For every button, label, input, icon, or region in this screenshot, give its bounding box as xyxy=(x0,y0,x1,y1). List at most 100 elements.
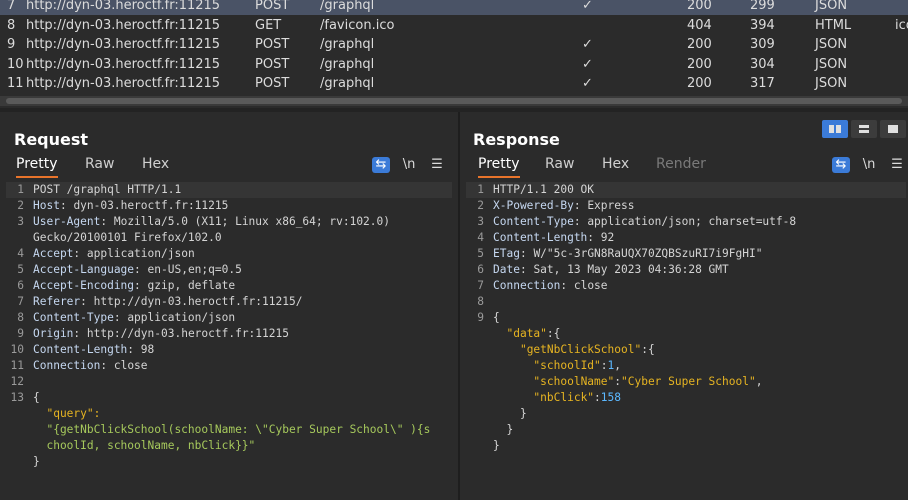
table-row[interactable]: 10 http://dyn-03.heroctf.fr:11215 POST/gra… xyxy=(0,55,908,74)
json-punct: : xyxy=(600,359,608,372)
tab-raw[interactable]: Raw xyxy=(85,156,114,176)
cell-params: ✓ xyxy=(582,56,593,72)
header-value: gzip, deflate xyxy=(140,279,236,292)
tab-render[interactable]: Render xyxy=(656,156,706,176)
code-line: 11 Connection: close xyxy=(6,358,452,374)
cell-host: http://dyn-03.heroctf.fr:11215 xyxy=(26,0,221,13)
cell-params: ✓ xyxy=(582,37,593,52)
line-content: "schoolId":1, xyxy=(493,358,621,374)
line-content: Connection: close xyxy=(493,278,608,294)
cell-mime: JSON xyxy=(815,76,848,91)
cell-host: http://dyn-03.heroctf.fr:11215 xyxy=(26,37,221,52)
code-line: 1 HTTP/1.1 200 OK xyxy=(466,182,906,198)
line-number: 7 xyxy=(477,279,484,292)
single-pane-icon[interactable] xyxy=(880,120,906,138)
header-colon: : xyxy=(573,215,581,228)
code-line: 10 Content-Length: 98 xyxy=(6,342,452,358)
code-line: "query": xyxy=(6,406,452,422)
tab-hex[interactable]: Hex xyxy=(602,156,629,176)
cell-ext: ico xyxy=(895,17,908,33)
code-line: } xyxy=(466,422,906,438)
horizontal-scrollbar[interactable] xyxy=(0,96,908,106)
header-value: Express xyxy=(580,199,635,212)
json-token: "getNbClickSchool" xyxy=(519,343,642,356)
json-token: 158 xyxy=(600,391,622,404)
cell-mime: HTML xyxy=(815,17,852,33)
code-line: 5 ETag: W/"5c-3rGN8RaUQX70ZQBSzuRI7i9FgHI… xyxy=(466,246,906,262)
line-number: 1 xyxy=(477,183,484,196)
cell-num: 11 xyxy=(7,76,24,91)
code-line: Gecko/20100101 Firefox/102.0 xyxy=(6,230,452,246)
cell-num: 9 xyxy=(7,37,16,52)
wrap-lines-icon[interactable]: ⇆ xyxy=(372,157,390,173)
header-name: X-Powered-By xyxy=(493,199,574,212)
split-horizontal-icon[interactable] xyxy=(822,120,848,138)
code-line: } xyxy=(6,454,452,470)
header-value: Sat, 13 May 2023 04:36:28 GMT xyxy=(526,263,729,276)
line-content: Origin: http://dyn-03.heroctf.fr:11215 xyxy=(33,326,289,342)
wrap-lines-icon[interactable]: ⇆ xyxy=(832,157,850,173)
header-name: ETag xyxy=(493,247,520,260)
line-number: 4 xyxy=(17,247,24,260)
line-content: { xyxy=(493,310,500,326)
line-number: 11 xyxy=(10,359,24,372)
code-line: 12 xyxy=(6,374,452,390)
code-line: 6 Date: Sat, 13 May 2023 04:36:28 GMT xyxy=(466,262,906,278)
header-name: Content-Length xyxy=(33,343,128,356)
header-value: application/json xyxy=(80,247,195,260)
hamburger-menu-icon[interactable]: ☰ xyxy=(888,157,906,173)
split-vertical-icon[interactable] xyxy=(851,120,877,138)
line-content: POST /graphql HTTP/1.1 xyxy=(33,182,181,198)
tab-pretty[interactable]: Pretty xyxy=(16,156,58,178)
code-line: "schoolId":1, xyxy=(466,358,906,374)
json-punct xyxy=(493,327,506,340)
tab-hex[interactable]: Hex xyxy=(142,156,169,176)
header-value: application/json xyxy=(120,311,236,324)
tab-pretty[interactable]: Pretty xyxy=(478,156,520,178)
table-row[interactable]: 8 http://dyn-03.heroctf.fr:11215 GET/favic… xyxy=(0,16,908,35)
header-colon: : xyxy=(113,311,121,324)
newline-toggle[interactable]: \n xyxy=(860,157,878,173)
header-value: close xyxy=(107,359,148,372)
line-text: } xyxy=(493,407,527,420)
line-content: Content-Type: application/json; charset=… xyxy=(493,214,796,230)
line-content: "query": xyxy=(33,406,100,422)
line-number: 8 xyxy=(477,295,484,308)
tab-raw[interactable]: Raw xyxy=(545,156,574,176)
cell-url: /favicon.ico xyxy=(320,17,395,33)
line-content: Content-Type: application/json xyxy=(33,310,235,326)
hamburger-menu-icon[interactable]: ☰ xyxy=(428,157,446,173)
response-title: Response xyxy=(473,130,560,149)
code-line: choolId, schoolName, nbClick}}" xyxy=(6,438,452,454)
header-colon: : xyxy=(80,295,87,308)
line-text: } xyxy=(493,423,514,436)
response-editor[interactable]: 1 HTTP/1.1 200 OK 2 X-Powered-By: Express 3 C… xyxy=(466,182,906,500)
line-number: 10 xyxy=(10,343,24,356)
header-value: Mozilla/5.0 (X11; Linux x86_64; rv:102.0… xyxy=(107,215,390,228)
cell-method: GET xyxy=(255,17,282,33)
json-punct xyxy=(493,343,520,356)
table-row[interactable]: 7 http://dyn-03.heroctf.fr:11215 POST/grap… xyxy=(0,0,908,15)
line-text: { xyxy=(33,391,40,404)
scrollbar-thumb[interactable] xyxy=(6,98,902,104)
table-row[interactable]: 11 http://dyn-03.heroctf.fr:11215 POST/gra… xyxy=(0,74,908,93)
cell-status: 200 xyxy=(687,0,712,13)
header-colon: : xyxy=(573,199,581,212)
newline-toggle[interactable]: \n xyxy=(400,157,418,173)
request-editor[interactable]: 1 POST /graphql HTTP/1.1 2 Host: dyn-03.her… xyxy=(6,182,452,500)
header-value: W/"5c-3rGN8RaUQX70ZQBSzuRI7i9FgHI" xyxy=(526,247,763,260)
header-name: Accept-Encoding xyxy=(33,279,135,292)
line-content: Gecko/20100101 Firefox/102.0 xyxy=(33,230,222,246)
header-colon: : xyxy=(134,279,141,292)
line-content: Content-Length: 98 xyxy=(33,342,154,358)
cell-mime: JSON xyxy=(815,0,848,13)
table-row[interactable]: 9 http://dyn-03.heroctf.fr:11215 POST/grap… xyxy=(0,35,908,54)
line-text: } xyxy=(493,439,500,452)
line-content: } xyxy=(493,406,527,422)
json-punct xyxy=(493,391,533,404)
header-name: Connection xyxy=(33,359,101,372)
line-text: } xyxy=(33,455,40,468)
cell-status: 200 xyxy=(687,56,712,72)
cell-url: /graphql xyxy=(320,76,375,91)
line-content: Connection: close xyxy=(33,358,148,374)
